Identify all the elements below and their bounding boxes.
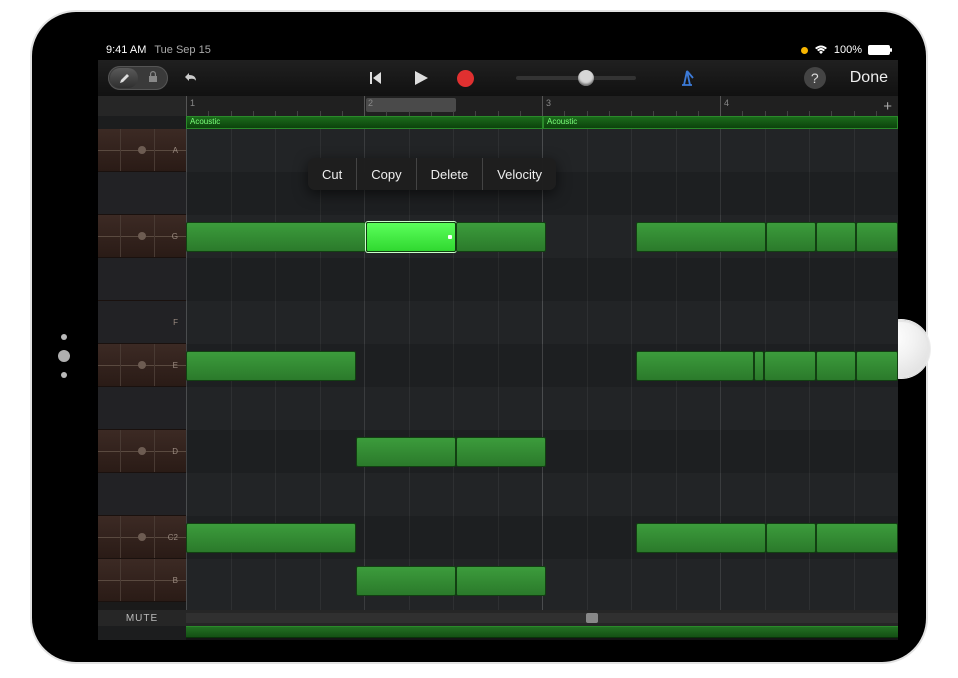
clock-label: 9:41 AM — [106, 44, 146, 56]
toolbar: ? Done — [98, 60, 898, 96]
string-row[interactable] — [98, 172, 186, 215]
midi-note[interactable] — [636, 351, 754, 381]
metronome-button[interactable] — [674, 65, 700, 91]
undo-button[interactable] — [178, 65, 204, 91]
midi-note[interactable] — [816, 351, 856, 381]
edit-lock-toggle[interactable] — [108, 66, 168, 90]
string-label: G — [172, 232, 178, 241]
piano-roll-grid[interactable] — [186, 129, 898, 610]
ruler-bar-marker: 3 — [542, 96, 551, 116]
horizontal-scrollbar[interactable] — [186, 613, 898, 623]
mute-label: MUTE — [126, 613, 158, 624]
lock-icon — [148, 71, 158, 83]
loop-region[interactable] — [366, 98, 456, 112]
midi-note[interactable] — [186, 523, 356, 553]
region-label: Acoustic — [190, 117, 220, 126]
ruler-gutter — [98, 96, 186, 116]
string-row[interactable]: D — [98, 430, 186, 473]
context-menu: Cut Copy Delete Velocity — [308, 158, 556, 190]
play-icon — [414, 70, 429, 86]
midi-note[interactable] — [754, 351, 764, 381]
string-row[interactable]: F — [98, 301, 186, 344]
midi-note[interactable] — [186, 222, 366, 252]
string-label: C2 — [168, 533, 178, 542]
midi-region-a[interactable]: Acoustic — [186, 116, 543, 129]
string-row[interactable]: A — [98, 129, 186, 172]
string-row[interactable]: B — [98, 559, 186, 602]
pencil-icon — [118, 72, 131, 85]
midi-note[interactable] — [856, 222, 898, 252]
midi-note[interactable] — [356, 437, 456, 467]
wifi-icon — [814, 45, 828, 55]
string-label: D — [172, 447, 178, 456]
rewind-button[interactable] — [364, 65, 390, 91]
battery-icon — [868, 45, 890, 55]
midi-note[interactable] — [456, 222, 546, 252]
midi-note[interactable] — [856, 351, 898, 381]
midi-note-selected[interactable] — [366, 222, 456, 252]
midi-region-b[interactable]: Acoustic — [543, 116, 898, 129]
fret-dot-icon — [138, 361, 146, 369]
play-button[interactable] — [408, 65, 434, 91]
skip-back-icon — [368, 71, 386, 85]
ruler-bar-marker: 1 — [186, 96, 195, 116]
bottom-bar: MUTE — [98, 610, 898, 626]
region-label: Acoustic — [547, 117, 577, 126]
midi-note[interactable] — [456, 437, 546, 467]
ctx-copy[interactable]: Copy — [357, 158, 416, 190]
fret-dot-icon — [138, 533, 146, 541]
done-button[interactable]: Done — [850, 69, 888, 87]
location-indicator-icon — [801, 47, 808, 54]
time-ruler[interactable]: + 1 2 3 4 — [186, 96, 898, 116]
add-section-button[interactable]: + — [883, 98, 892, 115]
app-screen: 9:41 AM Tue Sep 15 100% — [98, 40, 898, 640]
midi-note[interactable] — [816, 523, 898, 553]
date-label: Tue Sep 15 — [154, 44, 210, 56]
ctx-delete[interactable]: Delete — [417, 158, 484, 190]
record-icon — [457, 70, 474, 87]
edit-mode-knob — [110, 68, 138, 88]
ctx-cut[interactable]: Cut — [308, 158, 357, 190]
midi-note[interactable] — [456, 566, 546, 596]
volume-thumb[interactable] — [578, 70, 594, 86]
midi-note[interactable] — [636, 523, 766, 553]
string-label: E — [173, 361, 178, 370]
midi-note[interactable] — [356, 566, 456, 596]
fret-dot-icon — [138, 146, 146, 154]
ctx-velocity[interactable]: Velocity — [483, 158, 556, 190]
midi-note[interactable] — [766, 222, 816, 252]
undo-icon — [181, 70, 201, 86]
string-row[interactable]: E — [98, 344, 186, 387]
help-button[interactable]: ? — [804, 67, 826, 89]
string-label: A — [173, 146, 178, 155]
midi-note[interactable] — [636, 222, 766, 252]
fret-dot-icon — [138, 232, 146, 240]
midi-note[interactable] — [766, 523, 816, 553]
battery-percent-label: 100% — [834, 44, 862, 56]
record-button[interactable] — [452, 65, 478, 91]
midi-note[interactable] — [186, 351, 356, 381]
done-label: Done — [850, 69, 888, 86]
ruler-bar-marker: 4 — [720, 96, 729, 116]
mute-button[interactable]: MUTE — [98, 613, 186, 624]
string-row[interactable] — [98, 258, 186, 301]
string-sidebar: A G F E D C2 B — [98, 129, 186, 610]
scrollbar-thumb[interactable] — [586, 613, 598, 623]
region-header-row: Acoustic Acoustic — [186, 116, 898, 129]
status-bar: 9:41 AM Tue Sep 15 100% — [98, 40, 898, 60]
midi-note[interactable] — [816, 222, 856, 252]
string-row[interactable]: G — [98, 215, 186, 258]
help-icon: ? — [811, 70, 819, 86]
string-label: F — [173, 318, 178, 327]
volume-slider[interactable] — [516, 76, 636, 80]
string-row[interactable] — [98, 387, 186, 430]
ruler-bar-marker: 2 — [364, 96, 373, 116]
fret-dot-icon — [138, 447, 146, 455]
string-row[interactable]: C2 — [98, 516, 186, 559]
string-row[interactable] — [98, 473, 186, 516]
minimap-region[interactable] — [186, 626, 898, 638]
string-label: B — [173, 576, 178, 585]
midi-note[interactable] — [764, 351, 816, 381]
metronome-icon — [678, 69, 696, 87]
